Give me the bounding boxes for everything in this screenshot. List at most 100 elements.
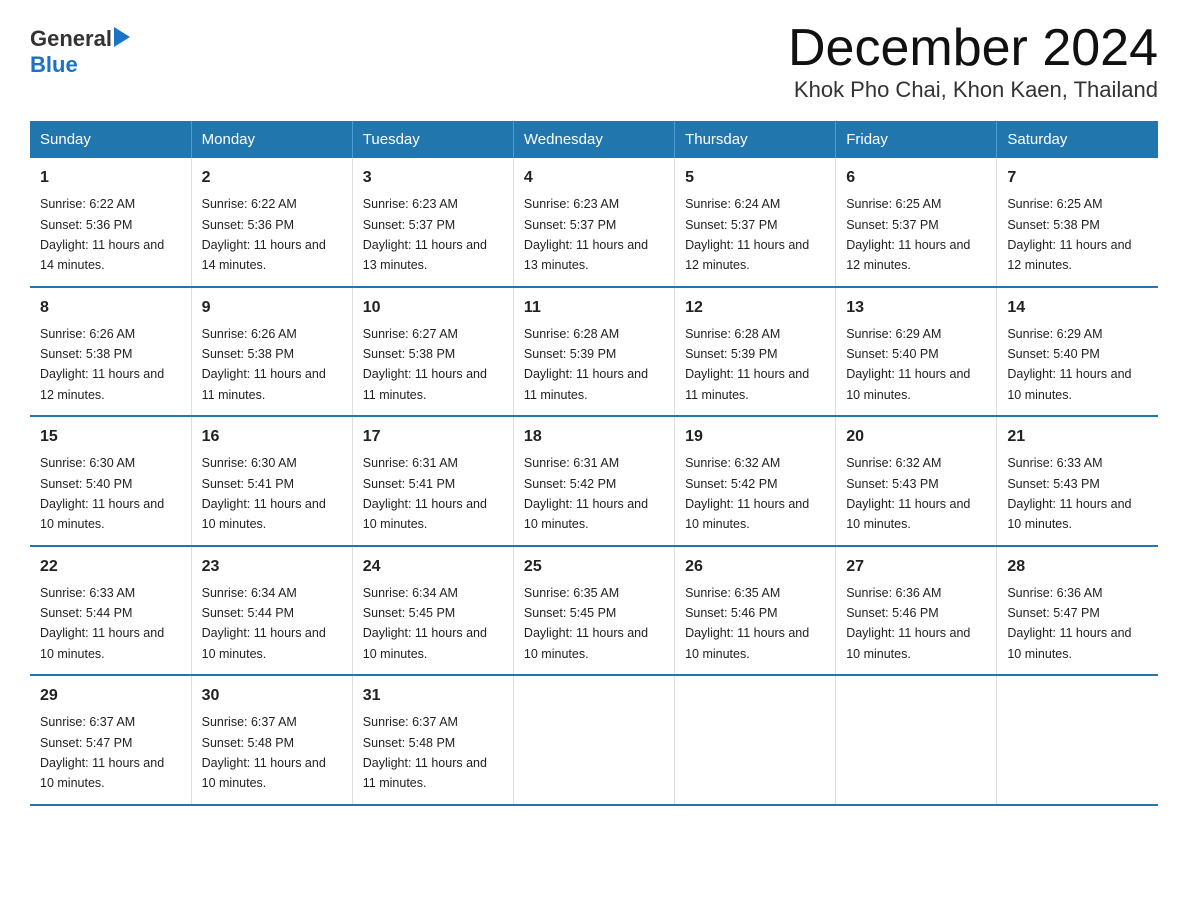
logo: General Blue	[30, 20, 130, 78]
day-info: Sunrise: 6:30 AMSunset: 5:41 PMDaylight:…	[202, 456, 326, 531]
day-info: Sunrise: 6:29 AMSunset: 5:40 PMDaylight:…	[846, 327, 970, 402]
day-info: Sunrise: 6:28 AMSunset: 5:39 PMDaylight:…	[685, 327, 809, 402]
day-info: Sunrise: 6:22 AMSunset: 5:36 PMDaylight:…	[202, 197, 326, 272]
day-number: 3	[363, 166, 503, 190]
day-info: Sunrise: 6:22 AMSunset: 5:36 PMDaylight:…	[40, 197, 164, 272]
day-number: 22	[40, 555, 181, 579]
day-info: Sunrise: 6:34 AMSunset: 5:44 PMDaylight:…	[202, 586, 326, 661]
calendar-day-cell: 16 Sunrise: 6:30 AMSunset: 5:41 PMDaylig…	[191, 416, 352, 546]
day-info: Sunrise: 6:26 AMSunset: 5:38 PMDaylight:…	[40, 327, 164, 402]
day-info: Sunrise: 6:37 AMSunset: 5:48 PMDaylight:…	[202, 715, 326, 790]
day-number: 2	[202, 166, 342, 190]
day-number: 19	[685, 425, 825, 449]
weekday-header-wednesday: Wednesday	[513, 121, 674, 158]
calendar-day-cell	[836, 675, 997, 805]
day-info: Sunrise: 6:32 AMSunset: 5:42 PMDaylight:…	[685, 456, 809, 531]
day-info: Sunrise: 6:36 AMSunset: 5:47 PMDaylight:…	[1007, 586, 1131, 661]
day-info: Sunrise: 6:37 AMSunset: 5:47 PMDaylight:…	[40, 715, 164, 790]
calendar-day-cell: 9 Sunrise: 6:26 AMSunset: 5:38 PMDayligh…	[191, 287, 352, 417]
weekday-row: SundayMondayTuesdayWednesdayThursdayFrid…	[30, 121, 1158, 158]
day-number: 27	[846, 555, 986, 579]
day-info: Sunrise: 6:25 AMSunset: 5:38 PMDaylight:…	[1007, 197, 1131, 272]
day-number: 11	[524, 296, 664, 320]
day-number: 25	[524, 555, 664, 579]
calendar-day-cell: 26 Sunrise: 6:35 AMSunset: 5:46 PMDaylig…	[675, 546, 836, 676]
calendar-day-cell: 18 Sunrise: 6:31 AMSunset: 5:42 PMDaylig…	[513, 416, 674, 546]
day-info: Sunrise: 6:31 AMSunset: 5:41 PMDaylight:…	[363, 456, 487, 531]
logo-general-text: General	[30, 26, 112, 52]
day-info: Sunrise: 6:32 AMSunset: 5:43 PMDaylight:…	[846, 456, 970, 531]
calendar-day-cell: 30 Sunrise: 6:37 AMSunset: 5:48 PMDaylig…	[191, 675, 352, 805]
day-info: Sunrise: 6:35 AMSunset: 5:46 PMDaylight:…	[685, 586, 809, 661]
day-number: 26	[685, 555, 825, 579]
weekday-header-sunday: Sunday	[30, 121, 191, 158]
calendar-day-cell: 14 Sunrise: 6:29 AMSunset: 5:40 PMDaylig…	[997, 287, 1158, 417]
day-number: 30	[202, 684, 342, 708]
day-number: 12	[685, 296, 825, 320]
day-number: 29	[40, 684, 181, 708]
calendar-day-cell	[997, 675, 1158, 805]
calendar-day-cell: 29 Sunrise: 6:37 AMSunset: 5:47 PMDaylig…	[30, 675, 191, 805]
calendar-day-cell: 2 Sunrise: 6:22 AMSunset: 5:36 PMDayligh…	[191, 158, 352, 287]
day-info: Sunrise: 6:31 AMSunset: 5:42 PMDaylight:…	[524, 456, 648, 531]
day-number: 16	[202, 425, 342, 449]
day-info: Sunrise: 6:34 AMSunset: 5:45 PMDaylight:…	[363, 586, 487, 661]
calendar-day-cell: 5 Sunrise: 6:24 AMSunset: 5:37 PMDayligh…	[675, 158, 836, 287]
day-info: Sunrise: 6:25 AMSunset: 5:37 PMDaylight:…	[846, 197, 970, 272]
day-number: 5	[685, 166, 825, 190]
day-number: 4	[524, 166, 664, 190]
calendar-week-row: 15 Sunrise: 6:30 AMSunset: 5:40 PMDaylig…	[30, 416, 1158, 546]
day-number: 28	[1007, 555, 1148, 579]
day-info: Sunrise: 6:27 AMSunset: 5:38 PMDaylight:…	[363, 327, 487, 402]
calendar-day-cell	[675, 675, 836, 805]
day-number: 21	[1007, 425, 1148, 449]
calendar-day-cell: 15 Sunrise: 6:30 AMSunset: 5:40 PMDaylig…	[30, 416, 191, 546]
calendar-title: December 2024	[788, 20, 1158, 77]
weekday-header-friday: Friday	[836, 121, 997, 158]
day-number: 7	[1007, 166, 1148, 190]
logo-blue-text: Blue	[30, 52, 78, 78]
weekday-header-monday: Monday	[191, 121, 352, 158]
day-number: 23	[202, 555, 342, 579]
calendar-day-cell: 24 Sunrise: 6:34 AMSunset: 5:45 PMDaylig…	[352, 546, 513, 676]
calendar-day-cell: 3 Sunrise: 6:23 AMSunset: 5:37 PMDayligh…	[352, 158, 513, 287]
day-info: Sunrise: 6:23 AMSunset: 5:37 PMDaylight:…	[524, 197, 648, 272]
day-info: Sunrise: 6:28 AMSunset: 5:39 PMDaylight:…	[524, 327, 648, 402]
day-number: 18	[524, 425, 664, 449]
calendar-subtitle: Khok Pho Chai, Khon Kaen, Thailand	[788, 77, 1158, 103]
day-number: 8	[40, 296, 181, 320]
calendar-day-cell: 19 Sunrise: 6:32 AMSunset: 5:42 PMDaylig…	[675, 416, 836, 546]
day-number: 14	[1007, 296, 1148, 320]
calendar-day-cell: 10 Sunrise: 6:27 AMSunset: 5:38 PMDaylig…	[352, 287, 513, 417]
calendar-day-cell: 20 Sunrise: 6:32 AMSunset: 5:43 PMDaylig…	[836, 416, 997, 546]
day-number: 17	[363, 425, 503, 449]
calendar-day-cell: 4 Sunrise: 6:23 AMSunset: 5:37 PMDayligh…	[513, 158, 674, 287]
calendar-day-cell: 31 Sunrise: 6:37 AMSunset: 5:48 PMDaylig…	[352, 675, 513, 805]
calendar-day-cell: 28 Sunrise: 6:36 AMSunset: 5:47 PMDaylig…	[997, 546, 1158, 676]
calendar-day-cell: 11 Sunrise: 6:28 AMSunset: 5:39 PMDaylig…	[513, 287, 674, 417]
calendar-day-cell	[513, 675, 674, 805]
calendar-table: SundayMondayTuesdayWednesdayThursdayFrid…	[30, 121, 1158, 806]
calendar-header: SundayMondayTuesdayWednesdayThursdayFrid…	[30, 121, 1158, 158]
day-number: 20	[846, 425, 986, 449]
day-info: Sunrise: 6:23 AMSunset: 5:37 PMDaylight:…	[363, 197, 487, 272]
weekday-header-tuesday: Tuesday	[352, 121, 513, 158]
calendar-day-cell: 23 Sunrise: 6:34 AMSunset: 5:44 PMDaylig…	[191, 546, 352, 676]
calendar-day-cell: 6 Sunrise: 6:25 AMSunset: 5:37 PMDayligh…	[836, 158, 997, 287]
calendar-day-cell: 27 Sunrise: 6:36 AMSunset: 5:46 PMDaylig…	[836, 546, 997, 676]
page-header: General Blue December 2024 Khok Pho Chai…	[30, 20, 1158, 103]
calendar-day-cell: 21 Sunrise: 6:33 AMSunset: 5:43 PMDaylig…	[997, 416, 1158, 546]
day-info: Sunrise: 6:37 AMSunset: 5:48 PMDaylight:…	[363, 715, 487, 790]
day-number: 13	[846, 296, 986, 320]
calendar-week-row: 29 Sunrise: 6:37 AMSunset: 5:47 PMDaylig…	[30, 675, 1158, 805]
calendar-week-row: 1 Sunrise: 6:22 AMSunset: 5:36 PMDayligh…	[30, 158, 1158, 287]
day-number: 9	[202, 296, 342, 320]
day-info: Sunrise: 6:36 AMSunset: 5:46 PMDaylight:…	[846, 586, 970, 661]
calendar-week-row: 8 Sunrise: 6:26 AMSunset: 5:38 PMDayligh…	[30, 287, 1158, 417]
day-info: Sunrise: 6:30 AMSunset: 5:40 PMDaylight:…	[40, 456, 164, 531]
calendar-day-cell: 12 Sunrise: 6:28 AMSunset: 5:39 PMDaylig…	[675, 287, 836, 417]
day-info: Sunrise: 6:33 AMSunset: 5:44 PMDaylight:…	[40, 586, 164, 661]
calendar-day-cell: 8 Sunrise: 6:26 AMSunset: 5:38 PMDayligh…	[30, 287, 191, 417]
calendar-day-cell: 7 Sunrise: 6:25 AMSunset: 5:38 PMDayligh…	[997, 158, 1158, 287]
calendar-day-cell: 13 Sunrise: 6:29 AMSunset: 5:40 PMDaylig…	[836, 287, 997, 417]
